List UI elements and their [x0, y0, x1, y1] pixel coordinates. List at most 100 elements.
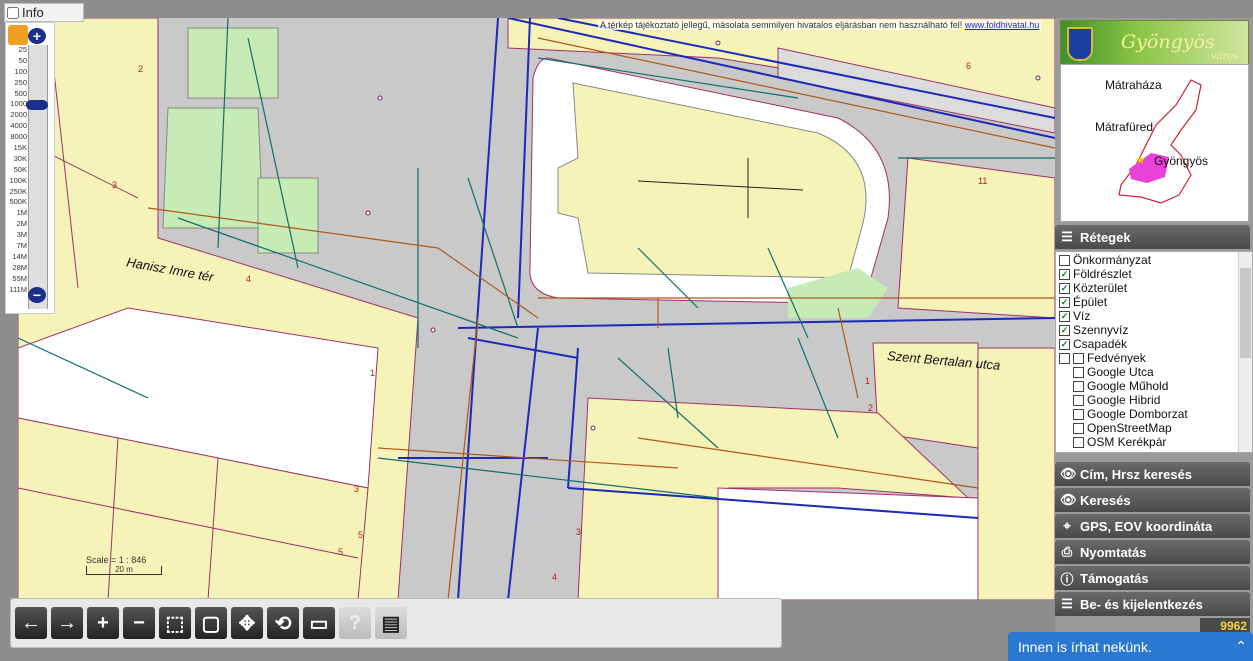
- zoom-level-label[interactable]: 50: [6, 56, 27, 67]
- zoom-level-label[interactable]: 3M: [6, 230, 27, 241]
- zoom-level-label[interactable]: 15K: [6, 143, 27, 154]
- overview-map[interactable]: Mátraháza Mátrafüred Gyöngyös ★: [1060, 64, 1249, 222]
- layer-label: OpenStreetMap: [1087, 421, 1172, 435]
- layer-label: Földrészlet: [1073, 267, 1132, 281]
- zoom-out-button[interactable]: −: [28, 287, 46, 303]
- layer-checkbox[interactable]: ✓: [1059, 282, 1070, 294]
- layer-item[interactable]: Google Utca: [1059, 365, 1237, 379]
- layer-item[interactable]: ✓ Csapadék: [1059, 337, 1237, 351]
- minimap-place-label: Gyöngyös: [1154, 154, 1209, 168]
- layer-item[interactable]: OSM Kerékpár: [1059, 435, 1237, 449]
- layer-checkbox[interactable]: ✓: [1059, 310, 1070, 322]
- zoom-level-label[interactable]: 1M: [6, 208, 27, 219]
- layer-checkbox[interactable]: [1073, 436, 1084, 448]
- layer-item[interactable]: Google Domborzat: [1059, 407, 1237, 421]
- layer-list-scrollbar[interactable]: [1238, 252, 1252, 452]
- layer-item[interactable]: Önkormányzat: [1059, 253, 1237, 267]
- pan-icon[interactable]: ✥: [231, 607, 263, 639]
- layer-item[interactable]: ✓ Földrészlet: [1059, 267, 1237, 281]
- help-icon[interactable]: ?: [339, 607, 371, 639]
- arrow-left-icon[interactable]: ←: [15, 607, 47, 639]
- lot-number: 3: [354, 484, 360, 494]
- layer-checkbox[interactable]: ✓: [1059, 324, 1070, 336]
- layer-label: OSM Kerékpár: [1087, 435, 1167, 449]
- layer-checkbox[interactable]: ✓: [1059, 296, 1070, 308]
- zoom-level-label[interactable]: 500K: [6, 197, 27, 208]
- info-checkbox[interactable]: [7, 6, 19, 19]
- zoom-out-icon[interactable]: −: [123, 607, 155, 639]
- zoom-level-label[interactable]: 100K: [6, 176, 27, 187]
- zoom-level-label[interactable]: 111M: [6, 285, 27, 296]
- zoom-level-label[interactable]: 7M: [6, 241, 27, 252]
- zoom-level-label[interactable]: 55M: [6, 274, 27, 285]
- zoom-level-label[interactable]: 2M: [6, 219, 27, 230]
- layer-item[interactable]: ✓ Közterület: [1059, 281, 1237, 295]
- layers-header[interactable]: ☰ Rétegek: [1055, 225, 1250, 249]
- layer-checkbox[interactable]: [1059, 254, 1070, 266]
- layer-checkbox[interactable]: ✓: [1059, 268, 1070, 280]
- gps-label: GPS, EOV koordináta: [1080, 518, 1213, 534]
- layer-checkbox[interactable]: [1073, 422, 1084, 434]
- eye-icon: 👁: [1060, 492, 1077, 507]
- layer-checkbox[interactable]: [1059, 352, 1070, 364]
- support-label: Támogatás: [1080, 570, 1149, 586]
- foldhivatal-link[interactable]: www.foldhivatal.hu: [965, 20, 1040, 30]
- chevron-up-icon[interactable]: ⌃: [1235, 638, 1247, 655]
- group-checkbox[interactable]: [1073, 352, 1084, 364]
- full-extent-icon[interactable]: ▢: [195, 607, 227, 639]
- search-label: Keresés: [1080, 492, 1131, 508]
- zoom-level-label[interactable]: 50K: [6, 165, 27, 176]
- layer-checkbox[interactable]: [1073, 394, 1084, 406]
- zoom-levels: 25 50 100 250 500 1000 2000 4000 8000 15K 30K 50K 10…: [6, 45, 27, 295]
- layer-label: Önkormányzat: [1073, 253, 1152, 267]
- layer-label: Csapadék: [1073, 337, 1128, 351]
- layer-checkbox[interactable]: [1073, 380, 1084, 392]
- zoom-level-label[interactable]: 100: [6, 67, 27, 78]
- layer-item[interactable]: ✓ Épület: [1059, 295, 1237, 309]
- layer-checkbox[interactable]: [1073, 408, 1084, 420]
- info-toggle[interactable]: Info: [4, 3, 84, 22]
- gps-header[interactable]: ⌖ GPS, EOV koordináta: [1055, 514, 1250, 538]
- zoom-level-label[interactable]: 28M: [6, 263, 27, 274]
- zoom-level-label[interactable]: 250K: [6, 187, 27, 198]
- map-canvas[interactable]: [18, 18, 1055, 600]
- layer-item[interactable]: ✓ Szennyvíz: [1059, 323, 1237, 337]
- zoom-level-label[interactable]: 250: [6, 78, 27, 89]
- chat-label: Innen is írhat nekünk.: [1018, 638, 1152, 655]
- arrow-right-icon[interactable]: →: [51, 607, 83, 639]
- print-header[interactable]: ⎙ Nyomtatás: [1055, 540, 1250, 564]
- address-search-label: Cím, Hrsz keresés: [1080, 466, 1193, 482]
- layer-item[interactable]: Google Műhold: [1059, 379, 1237, 393]
- zoom-level-label[interactable]: 25: [6, 45, 27, 56]
- zoom-level-label[interactable]: 4000: [6, 121, 27, 132]
- layer-checkbox[interactable]: [1073, 366, 1084, 378]
- zoom-level-label[interactable]: 8000: [6, 132, 27, 143]
- measure-icon[interactable]: ▭: [303, 607, 335, 639]
- zoom-in-button[interactable]: +: [28, 28, 46, 44]
- layer-item[interactable]: Fedvények: [1059, 351, 1237, 365]
- zoom-slider-thumb[interactable]: [26, 100, 48, 110]
- address-search-header[interactable]: 👁 Cím, Hrsz keresés: [1055, 462, 1250, 486]
- city-logo: Gyöngyös város: [1060, 20, 1249, 66]
- zoom-box-icon[interactable]: ⬚: [159, 607, 191, 639]
- search-header[interactable]: 👁 Keresés: [1055, 488, 1250, 512]
- layer-checkbox[interactable]: ✓: [1059, 338, 1070, 350]
- street-view-pegman-icon[interactable]: [8, 25, 28, 45]
- refresh-icon[interactable]: ⟲: [267, 607, 299, 639]
- layer-item[interactable]: ✓ Víz: [1059, 309, 1237, 323]
- layer-item[interactable]: OpenStreetMap: [1059, 421, 1237, 435]
- layers-icon: ☰: [1061, 229, 1073, 244]
- zoom-level-label[interactable]: 500: [6, 89, 27, 100]
- login-label: Be- és kijelentkezés: [1080, 596, 1203, 612]
- zoom-in-icon[interactable]: +: [87, 607, 119, 639]
- login-header[interactable]: ☰ Be- és kijelentkezés: [1055, 592, 1250, 616]
- zoom-level-label[interactable]: 30K: [6, 154, 27, 165]
- zoom-slider-track[interactable]: [28, 45, 48, 309]
- zoom-level-label[interactable]: 1000: [6, 99, 27, 110]
- document-icon[interactable]: ▤: [375, 607, 407, 639]
- chat-widget[interactable]: Innen is írhat nekünk. ⌃: [1008, 632, 1253, 661]
- zoom-level-label[interactable]: 14M: [6, 252, 27, 263]
- zoom-level-label[interactable]: 2000: [6, 110, 27, 121]
- layer-item[interactable]: Google Hibrid: [1059, 393, 1237, 407]
- support-header[interactable]: ⓘ Támogatás: [1055, 566, 1250, 590]
